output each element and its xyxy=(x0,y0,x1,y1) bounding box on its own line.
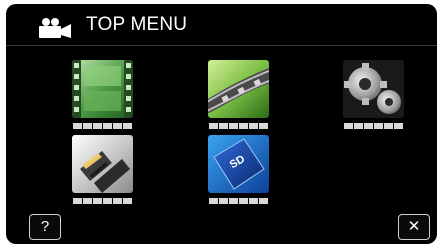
film-strip-icon xyxy=(72,60,133,118)
camera-screen: TOP MENU SD ? ✕ xyxy=(6,4,437,244)
menu-item-video[interactable] xyxy=(72,60,133,135)
menu-item-settings[interactable] xyxy=(343,60,404,135)
header-bar: TOP MENU xyxy=(6,4,437,46)
item-label-placeholder xyxy=(209,123,268,129)
item-label-placeholder xyxy=(344,123,403,129)
menu-item-edit[interactable] xyxy=(208,60,269,135)
item-label-placeholder xyxy=(209,198,268,204)
hdmi-cable-icon xyxy=(72,135,133,193)
menu-item-media[interactable]: SD xyxy=(208,135,269,210)
item-label-placeholder xyxy=(73,123,132,129)
film-reel-icon xyxy=(208,60,269,118)
close-button[interactable]: ✕ xyxy=(398,214,430,240)
sd-card-icon: SD xyxy=(208,135,269,193)
video-camera-icon xyxy=(39,18,71,38)
page-title: TOP MENU xyxy=(86,14,188,35)
item-label-placeholder xyxy=(73,198,132,204)
gears-icon xyxy=(343,60,404,118)
help-button[interactable]: ? xyxy=(29,214,61,240)
menu-item-connection[interactable] xyxy=(72,135,133,210)
